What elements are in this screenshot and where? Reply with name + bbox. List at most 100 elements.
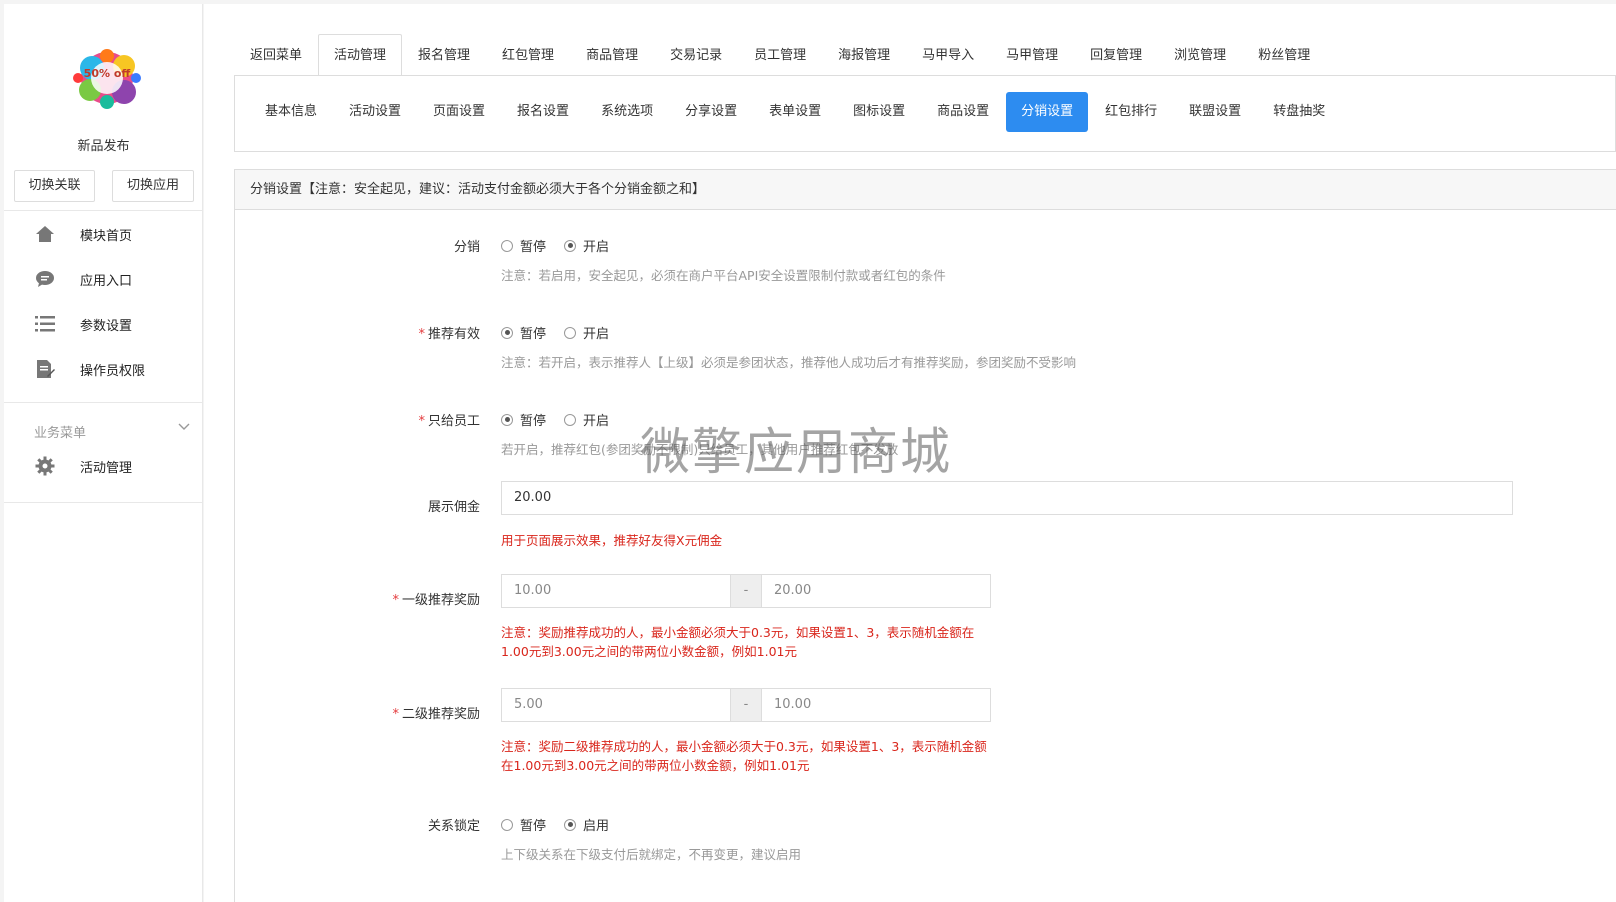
tab-item[interactable]: 员工管理 xyxy=(738,34,822,76)
sidebar-divider xyxy=(4,402,203,403)
subtab-item[interactable]: 系统选项 xyxy=(586,92,668,132)
radio-option[interactable]: 启用 xyxy=(564,815,609,834)
radio-option[interactable]: 暂停 xyxy=(501,236,546,255)
radio-option[interactable]: 暂停 xyxy=(501,815,546,834)
relation-lock-label: 关系锁定 xyxy=(427,819,480,834)
radio-option[interactable]: 开启 xyxy=(564,410,609,429)
subtab-item[interactable]: 报名设置 xyxy=(502,92,584,132)
tab-item[interactable]: 商品管理 xyxy=(570,34,654,76)
radio-circle-icon[interactable] xyxy=(564,818,577,831)
radio-circle-icon[interactable] xyxy=(564,239,577,252)
sidebar-item-label: 参数设置 xyxy=(80,318,133,334)
level2-reward-label: * 二级推荐奖励 xyxy=(392,707,480,722)
panel-title: 分销设置【注意：安全起见，建议：活动支付金额必须大于各个分销金额之和】 xyxy=(235,170,1616,210)
tab-item[interactable]: 返回菜单 xyxy=(234,34,318,76)
relation-lock-radio-group: 暂停 启用 xyxy=(501,815,627,834)
tab-item[interactable]: 红包管理 xyxy=(486,34,570,76)
subtab-item[interactable]: 活动设置 xyxy=(334,92,416,132)
display-commission-label: 展示佣金 xyxy=(427,500,480,515)
subtab-item[interactable]: 红包排行 xyxy=(1090,92,1172,132)
list-icon xyxy=(34,313,56,335)
subtab-item[interactable]: 商品设置 xyxy=(922,92,1004,132)
required-mark: * xyxy=(418,327,425,342)
level1-reward-max-input[interactable]: 20.00 xyxy=(761,574,991,608)
main-content: 返回菜单 活动管理 报名管理 红包管理 商品管理 交易记录 员工管理 海报管理 马甲导入 马甲管理… xyxy=(204,4,1616,902)
relation-lock-hint: 上下级关系在下级支付后就绑定，不再变更，建议启用 xyxy=(501,847,802,862)
tab-item[interactable]: 报名管理 xyxy=(402,34,486,76)
sidebar-item-label: 应用入口 xyxy=(80,273,133,289)
level2-reward-min-input[interactable]: 5.00 xyxy=(501,688,731,722)
tab-item[interactable]: 活动管理 xyxy=(318,34,403,76)
sidebar-item-module-home[interactable]: 模块首页 xyxy=(4,214,203,254)
sidebar-divider xyxy=(4,502,203,503)
level2-reward-hint: 注意：奖励二级推荐成功的人，最小金额必须大于0.3元，如果设置1、3，表示随机金… xyxy=(501,739,987,773)
radio-circle-icon[interactable] xyxy=(501,818,513,831)
switch-link-button[interactable]: 切换关联 xyxy=(14,170,95,202)
sidebar-item-app-entry[interactable]: 应用入口 xyxy=(4,259,203,299)
radio-label: 暂停 xyxy=(520,327,547,342)
radio-option[interactable]: 开启 xyxy=(564,323,609,342)
subtab-item[interactable]: 图标设置 xyxy=(838,92,920,132)
sidebar-item-activity-management[interactable]: 活动管理 xyxy=(4,446,203,486)
staff-only-hint: 若开启，推荐红包(参团奖励不限制)只给员工，其他用户推荐红包不发放 xyxy=(501,442,899,457)
range-separator: - xyxy=(731,574,761,608)
radio-option[interactable]: 暂停 xyxy=(501,323,546,342)
radio-circle-icon[interactable] xyxy=(564,413,577,426)
required-mark: * xyxy=(392,707,399,722)
tab-item[interactable]: 回复管理 xyxy=(1074,34,1158,76)
display-commission-input[interactable]: 20.00 xyxy=(501,481,1513,515)
subtab-item[interactable]: 联盟设置 xyxy=(1174,92,1256,132)
tab-item[interactable]: 海报管理 xyxy=(822,34,906,76)
business-menu-title: 业务菜单 xyxy=(34,426,87,441)
radio-label: 暂停 xyxy=(520,240,547,255)
switch-app-button[interactable]: 切换应用 xyxy=(112,170,194,202)
radio-option[interactable]: 暂停 xyxy=(501,410,546,429)
sidebar-item-operator-permissions[interactable]: 操作员权限 xyxy=(4,349,203,389)
tab-item[interactable]: 交易记录 xyxy=(654,34,738,76)
app-logo: 50% off xyxy=(66,44,148,114)
radio-circle-icon[interactable] xyxy=(501,239,513,252)
sidebar-item-params[interactable]: 参数设置 xyxy=(4,304,203,344)
referral-valid-radio-group: 暂停 开启 xyxy=(501,323,627,342)
tab-item[interactable]: 粉丝管理 xyxy=(1242,34,1326,76)
level2-reward-max-input[interactable]: 10.00 xyxy=(761,688,991,722)
staff-only-label: * 只给员工 xyxy=(418,414,480,429)
subtab-item[interactable]: 页面设置 xyxy=(418,92,500,132)
chat-icon xyxy=(34,268,56,290)
tab-item[interactable]: 马甲导入 xyxy=(906,34,990,76)
radio-label: 启用 xyxy=(583,819,610,834)
subtab-item[interactable]: 分销设置 xyxy=(1006,92,1089,132)
required-mark: * xyxy=(418,414,425,429)
subtab-item[interactable]: 基本信息 xyxy=(250,92,332,132)
radio-label: 开启 xyxy=(583,240,610,255)
document-edit-icon xyxy=(34,358,56,380)
required-mark: * xyxy=(392,593,399,608)
radio-circle-icon[interactable] xyxy=(501,413,513,426)
radio-circle-icon[interactable] xyxy=(501,326,513,339)
referral-valid-label: * 推荐有效 xyxy=(418,327,480,342)
level1-reward-hint: 注意：奖励推荐成功的人，最小金额必须大于0.3元，如果设置1、3，表示随机金额在… xyxy=(501,625,975,659)
level1-reward-min-input[interactable]: 10.00 xyxy=(501,574,731,608)
radio-label: 开启 xyxy=(583,327,610,342)
tab-item[interactable]: 马甲管理 xyxy=(990,34,1074,76)
radio-circle-icon[interactable] xyxy=(564,326,577,339)
chevron-down-icon[interactable] xyxy=(178,420,190,435)
subtab-item[interactable]: 表单设置 xyxy=(754,92,836,132)
sub-tabs: 基本信息 活动设置 页面设置 报名设置 系统选项 分享设置 表单设置 图标设置 商品设置 分销设置… xyxy=(250,92,1342,132)
staff-only-radio-group: 暂停 开启 xyxy=(501,410,627,429)
range-separator: - xyxy=(731,688,761,722)
display-commission-hint: 用于页面展示效果，推荐好友得X元佣金 xyxy=(501,533,723,548)
radio-option[interactable]: 开启 xyxy=(564,236,609,255)
tab-item[interactable]: 浏览管理 xyxy=(1158,34,1242,76)
subtab-item[interactable]: 转盘抽奖 xyxy=(1258,92,1340,132)
distribution-label: 分销 xyxy=(453,240,480,255)
radio-label: 暂停 xyxy=(520,819,547,834)
sub-navigation: 基本信息 活动设置 页面设置 报名设置 系统选项 分享设置 表单设置 图标设置 商品设置 分销设置… xyxy=(234,76,1616,152)
distribution-radio-group: 暂停 开启 xyxy=(501,236,627,255)
referral-valid-hint: 注意：若开启，表示推荐人【上级】必须是参团状态，推荐他人成功后才有推荐奖励，参团… xyxy=(501,355,1077,370)
sidebar-item-label: 模块首页 xyxy=(80,228,133,244)
logo-text-top: 50% off xyxy=(84,67,131,80)
sidebar: 50% off 新品发布 切换关联 切换应用 模块首页 应用入口 参数设置 操作… xyxy=(4,4,203,902)
subtab-item[interactable]: 分享设置 xyxy=(670,92,752,132)
sidebar-divider xyxy=(4,210,203,211)
